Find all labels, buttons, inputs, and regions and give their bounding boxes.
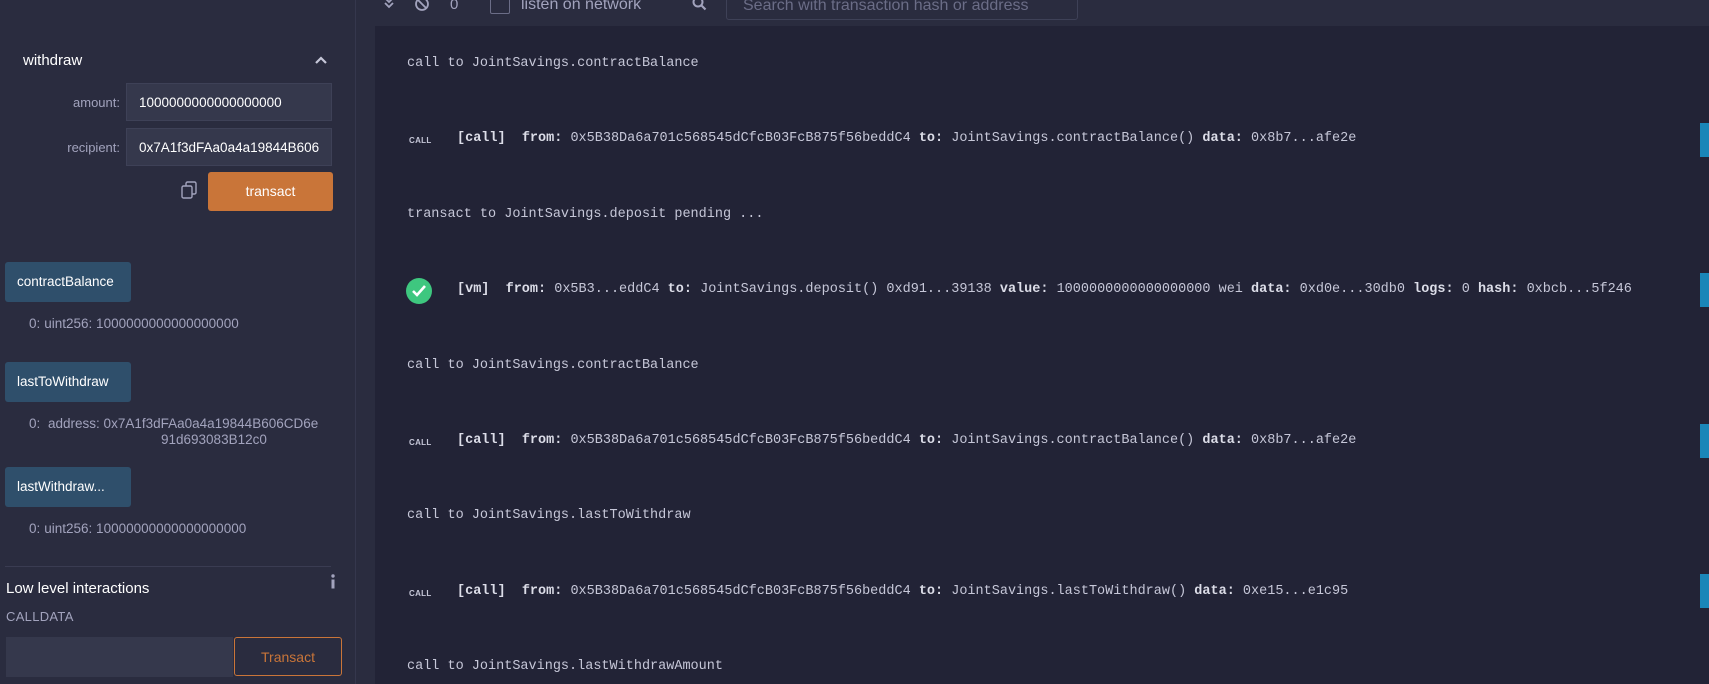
check-success-icon bbox=[406, 278, 432, 304]
pending-tx-count: 0 bbox=[450, 0, 459, 13]
recipient-label: recipient: bbox=[67, 140, 120, 155]
log-line: call to JointSavings.lastToWithdraw bbox=[407, 508, 691, 523]
last-withdraw-amount-result: 0: uint256: 10000000000000000000 bbox=[29, 521, 247, 536]
chevron-up-icon[interactable] bbox=[314, 52, 328, 68]
log-line: transact to JointSavings.deposit pending… bbox=[407, 207, 764, 222]
amount-label: amount: bbox=[73, 95, 120, 110]
debug-marker[interactable] bbox=[1700, 424, 1709, 458]
clear-console-icon[interactable] bbox=[414, 0, 430, 16]
tx-search-input[interactable]: Search with transaction hash or address bbox=[726, 0, 1078, 20]
recipient-input[interactable]: 0x7A1f3dFAa0a4a19844B606 bbox=[126, 128, 332, 166]
contract-balance-button[interactable]: contractBalance bbox=[5, 262, 131, 302]
last-withdraw-amount-button[interactable]: lastWithdraw... bbox=[5, 467, 131, 507]
tx-summary[interactable]: [call] from: 0x5B38Da6a701c568545dCfcB03… bbox=[457, 433, 1356, 448]
divider bbox=[5, 566, 331, 567]
calldata-label: CALLDATA bbox=[6, 609, 74, 624]
search-icon bbox=[692, 0, 707, 16]
tx-summary[interactable]: [call] from: 0x5B38Da6a701c568545dCfcB03… bbox=[457, 131, 1356, 146]
collapse-terminal-icon[interactable] bbox=[383, 0, 395, 14]
listen-on-network-checkbox[interactable] bbox=[490, 0, 510, 14]
debug-marker[interactable] bbox=[1700, 574, 1709, 608]
log-line: call to JointSavings.contractBalance bbox=[407, 56, 699, 71]
panel-divider[interactable] bbox=[355, 0, 376, 684]
withdraw-function-title: withdraw bbox=[23, 52, 83, 69]
amount-input[interactable]: 1000000000000000000 bbox=[126, 83, 332, 121]
contract-balance-result: 0: uint256: 1000000000000000000 bbox=[29, 316, 239, 331]
debug-marker[interactable] bbox=[1700, 123, 1709, 157]
call-badge: CALL bbox=[409, 589, 432, 598]
last-to-withdraw-result: 0: address: 0x7A1f3dFAa0a4a19844B606CD6e… bbox=[29, 416, 319, 447]
log-line: call to JointSavings.lastWithdrawAmount bbox=[407, 659, 723, 674]
tx-summary[interactable]: [vm] from: 0x5B3...eddC4 to: JointSaving… bbox=[457, 282, 1632, 297]
listen-on-network-label: listen on network bbox=[521, 0, 642, 13]
calldata-input[interactable] bbox=[6, 637, 233, 677]
log-line: call to JointSavings.contractBalance bbox=[407, 358, 699, 373]
call-badge: CALL bbox=[409, 438, 432, 447]
copy-icon[interactable] bbox=[181, 181, 199, 199]
low-level-interactions-title: Low level interactions bbox=[6, 580, 150, 597]
info-icon[interactable] bbox=[329, 574, 337, 594]
call-badge: CALL bbox=[409, 136, 432, 145]
tx-summary[interactable]: [call] from: 0x5B38Da6a701c568545dCfcB03… bbox=[457, 584, 1348, 599]
terminal-panel bbox=[375, 0, 1709, 684]
terminal-toolbar: 0 listen on network Search with transact… bbox=[375, 0, 1709, 26]
transact-button[interactable]: transact bbox=[208, 172, 333, 211]
deploy-run-panel: withdraw amount: 1000000000000000000 rec… bbox=[0, 0, 355, 684]
debug-marker[interactable] bbox=[1700, 273, 1709, 307]
last-to-withdraw-button[interactable]: lastToWithdraw bbox=[5, 362, 131, 402]
low-level-transact-button[interactable]: Transact bbox=[234, 637, 342, 676]
